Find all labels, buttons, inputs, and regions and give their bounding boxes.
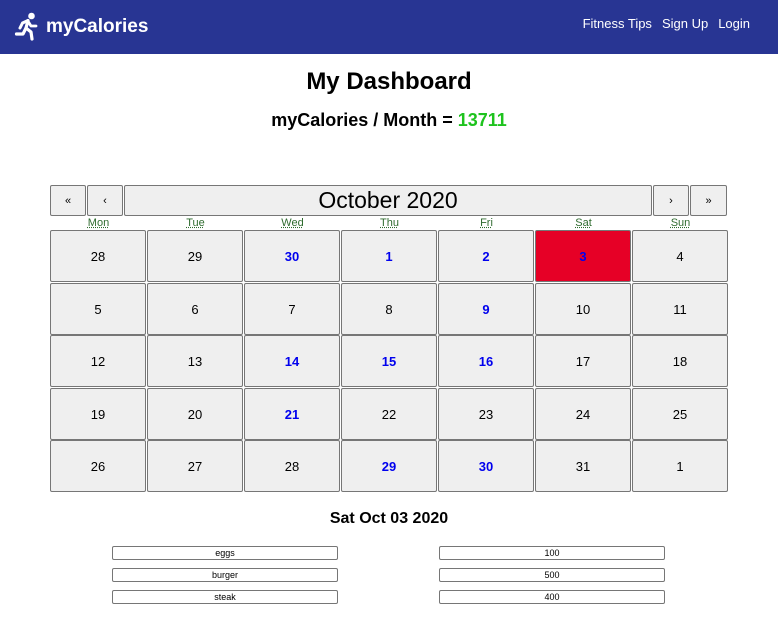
calendar-day[interactable]: 14: [244, 335, 340, 387]
brand-name: myCalories: [46, 16, 149, 37]
calendar-day[interactable]: 10: [535, 283, 631, 335]
calendar-day[interactable]: 27: [147, 440, 243, 492]
calendar-day[interactable]: 7: [244, 283, 340, 335]
weekday-sat: Sat: [575, 217, 592, 229]
monthly-calories: myCalories / Month = 13711: [0, 110, 778, 131]
calendar-navigation: « ‹ October 2020 › »: [50, 185, 727, 216]
calendar-day[interactable]: 9: [438, 283, 534, 335]
month-label[interactable]: October 2020: [124, 185, 652, 216]
calendar-day[interactable]: 28: [50, 230, 146, 282]
food-name-field[interactable]: burger: [112, 568, 338, 582]
calendar-day[interactable]: 17: [535, 335, 631, 387]
brand-link[interactable]: myCalories: [14, 8, 148, 46]
calendar-day[interactable]: 6: [147, 283, 243, 335]
calendar-day[interactable]: 28: [244, 440, 340, 492]
calendar: « ‹ October 2020 › » Mon Tue Wed Thu Fri…: [50, 185, 728, 492]
selected-date: Sat Oct 03 2020: [329, 510, 449, 527]
weekday-header: Mon Tue Wed Thu Fri Sat Sun: [50, 216, 727, 230]
weekday-wed: Wed: [281, 217, 304, 229]
calendar-day[interactable]: 30: [438, 440, 534, 492]
monthly-calories-label: myCalories / Month =: [271, 110, 458, 130]
calendar-day[interactable]: 23: [438, 388, 534, 440]
calendar-day[interactable]: 26: [50, 440, 146, 492]
weekday-fri: Fri: [480, 217, 493, 229]
food-calories-field[interactable]: 400: [439, 590, 665, 604]
calendar-day[interactable]: 19: [50, 388, 146, 440]
calendar-day[interactable]: 18: [632, 335, 728, 387]
calendar-day[interactable]: 15: [341, 335, 437, 387]
calendar-day[interactable]: 24: [535, 388, 631, 440]
prev-month-button[interactable]: ‹: [87, 185, 123, 216]
calendar-day[interactable]: 20: [147, 388, 243, 440]
navbar: myCalories Fitness Tips Sign Up Login: [0, 0, 778, 54]
calendar-day[interactable]: 16: [438, 335, 534, 387]
calendar-day[interactable]: 8: [341, 283, 437, 335]
calendar-day[interactable]: 1: [341, 230, 437, 282]
food-name-field[interactable]: eggs: [112, 546, 338, 560]
day-grid: 28 29 30 1 2 3 4 5 6 7 8 9 10 11 12 13 14 15 16 17 18 19 20 21 2…: [50, 230, 728, 492]
calendar-day[interactable]: 22: [341, 388, 437, 440]
calendar-day[interactable]: 12: [50, 335, 146, 387]
weekday-tue: Tue: [186, 217, 205, 229]
calendar-day[interactable]: 11: [632, 283, 728, 335]
weekday-sun: Sun: [670, 217, 691, 229]
page-title: My Dashboard: [306, 68, 472, 95]
next-month-button[interactable]: ›: [653, 185, 689, 216]
calendar-day[interactable]: 1: [632, 440, 728, 492]
food-calories-field[interactable]: 100: [439, 546, 665, 560]
prev-year-button[interactable]: «: [50, 185, 86, 216]
calendar-day[interactable]: 3: [535, 230, 631, 282]
monthly-calories-value: 13711: [457, 110, 507, 130]
calendar-day[interactable]: 30: [244, 230, 340, 282]
calendar-day[interactable]: 25: [632, 388, 728, 440]
calendar-day[interactable]: 29: [147, 230, 243, 282]
nav-fitness-tips[interactable]: Fitness Tips: [583, 16, 652, 31]
calendar-day[interactable]: 13: [147, 335, 243, 387]
nav-sign-up[interactable]: Sign Up: [662, 16, 708, 31]
nav-login[interactable]: Login: [718, 16, 750, 31]
runner-icon: [14, 12, 38, 41]
next-year-button[interactable]: »: [690, 185, 727, 216]
food-calories-field[interactable]: 500: [439, 568, 665, 582]
calendar-day[interactable]: 5: [50, 283, 146, 335]
weekday-mon: Mon: [87, 217, 110, 229]
calendar-day[interactable]: 21: [244, 388, 340, 440]
calendar-day[interactable]: 4: [632, 230, 728, 282]
food-name-field[interactable]: steak: [112, 590, 338, 604]
nav-links: Fitness Tips Sign Up Login: [583, 16, 750, 31]
calendar-day[interactable]: 31: [535, 440, 631, 492]
calendar-day[interactable]: 29: [341, 440, 437, 492]
calendar-day[interactable]: 2: [438, 230, 534, 282]
weekday-thu: Thu: [380, 217, 399, 229]
